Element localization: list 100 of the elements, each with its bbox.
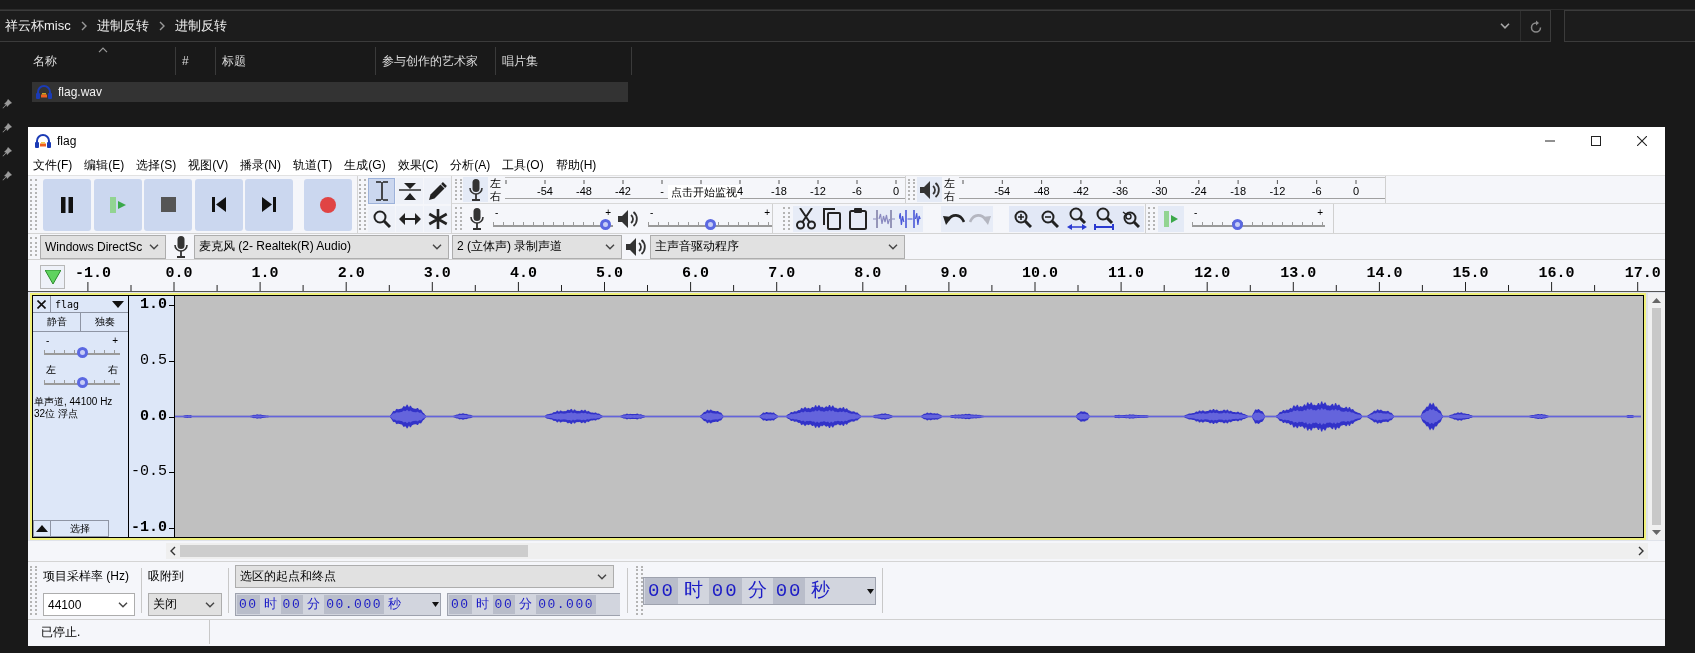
scrollbar-thumb[interactable] [180,545,528,557]
menu-item[interactable]: 视图(V) [183,156,234,174]
slider-thumb[interactable] [1232,218,1244,230]
column-header[interactable]: # [176,47,216,75]
zoom-tool-button[interactable] [368,205,395,232]
menu-item[interactable]: 选择(S) [131,156,182,174]
toolbar-grip[interactable] [908,179,915,200]
menu-item[interactable]: 效果(C) [392,156,444,174]
meter-scale-label: - [660,184,664,198]
collapse-button[interactable] [33,520,51,537]
scroll-up-icon[interactable] [1652,298,1661,303]
vertical-scrollbar[interactable] [1648,293,1665,540]
status-text: 已停止. [28,620,210,644]
solo-button[interactable]: 独奏 [81,313,128,332]
slider-thumb[interactable] [76,377,88,388]
microphone-icon [469,207,484,230]
skip-to-start-button[interactable] [194,178,243,231]
i-beam-icon [375,180,388,201]
time-shift-tool-button[interactable] [396,205,423,232]
track-info-text: 单声道, 44100 Hz [34,396,114,408]
undo-button[interactable] [941,205,967,232]
zoom-in-button[interactable] [1009,205,1036,232]
meter-scale-label: 0 [1352,184,1360,198]
slider-thumb[interactable] [704,218,716,230]
pause-button[interactable] [43,178,91,231]
column-header[interactable]: 参与创作的艺术家 [376,47,496,75]
selection-tool-button[interactable] [368,177,395,204]
zoom-toggle-button[interactable] [1117,205,1144,232]
search-field[interactable] [1564,10,1695,42]
toolbar-grip[interactable] [455,207,462,230]
menu-item[interactable]: 轨道(T) [288,156,338,174]
toolbar-grip[interactable] [359,179,366,230]
microphone-icon [174,235,188,258]
triangle-down-icon [432,602,439,607]
scroll-left-icon[interactable] [170,546,176,556]
horizontal-scrollbar[interactable] [166,543,1648,559]
scroll-right-icon[interactable] [1638,546,1644,556]
recording-channels-dropdown[interactable]: 2 (立体声) 录制声道 [452,234,622,259]
toolbar-grip[interactable] [1148,207,1155,230]
pinned-play-head-button[interactable] [40,265,65,289]
toolbar-grip[interactable] [30,237,37,256]
column-header[interactable]: 标题 [216,47,376,75]
breadcrumb-item[interactable]: 进制反转 [174,17,227,35]
timeline-label: 10.0 [1021,265,1059,283]
project-rate-dropdown[interactable]: 44100 [43,593,135,616]
mute-button[interactable]: 静音 [33,313,81,332]
address-bar[interactable]: 祥云杯misc 进制反转 进制反转 [0,10,1551,42]
draw-tool-button[interactable] [424,177,451,204]
meter-scale-label: -42 [615,184,631,198]
waveform-icon [899,209,921,228]
slider-min-label: 左 [46,364,56,376]
pin-icon [2,99,12,109]
toolbar-grip[interactable] [30,179,37,230]
envelope-tool-button[interactable] [396,177,423,204]
toolbar-grip[interactable] [783,207,790,230]
timeline-ruler[interactable]: -1.0 0.0 1.0 2.0 3.0 4.0 5.0 6.0 7.0 8.0 9.0 10.0 11.0 12.0 13.0 14.0 15.0 16.0 17.0 [28,262,1665,292]
cut-button[interactable] [793,205,819,232]
selection-mode-dropdown[interactable]: 选区的起点和终点 [235,565,614,588]
track-name-menu[interactable]: flag [51,296,128,312]
record-meter-button[interactable] [463,177,488,202]
silence-button[interactable] [897,205,923,232]
file-row[interactable]: flag.wav [32,82,628,102]
recording-device-dropdown[interactable]: 麦克风 (2- Realtek(R) Audio) [194,234,449,259]
selection-start-field[interactable]: 00 时 00 分 00.000 秒 [235,593,441,616]
toolbar-grip[interactable] [30,566,37,615]
multi-tool-button[interactable] [424,205,451,232]
level-meter[interactable]: -54 -48 -42 -36 -30 -24 -18 -12 -6 0 [959,176,1385,203]
snap-to-dropdown[interactable]: 关闭 [148,593,222,616]
audio-position-field[interactable]: 00 时 00 分 00 秒 [643,577,876,605]
column-header[interactable]: 唱片集 [496,47,632,75]
audio-host-dropdown[interactable]: Windows DirectSc [40,234,166,259]
select-button[interactable]: 选择 [51,520,109,537]
skip-to-end-button[interactable] [245,178,294,231]
scrollbar-thumb[interactable] [1652,308,1661,525]
channel-label: 左 [944,176,956,190]
record-button[interactable] [303,178,352,231]
slider-thumb[interactable] [76,347,88,358]
timeline-label: 16.0 [1537,265,1576,283]
timeline-label: 13.0 [1279,265,1318,283]
slider-max-label: 右 [108,364,118,376]
menu-item[interactable]: 分析(A) [445,156,496,174]
stop-button[interactable] [144,178,193,231]
scroll-down-icon[interactable] [1652,530,1661,535]
menu-item[interactable]: 编辑(E) [79,156,130,174]
level-meter[interactable]: -54 -48 -42 - 点击开始监视4 -18 -12 -6 0 [505,176,905,203]
menu-item[interactable]: 帮助(H) [550,156,602,174]
playback-device-dropdown[interactable]: 主声音驱动程序 [650,234,905,259]
breadcrumb-item[interactable]: 进制反转 [96,17,149,35]
timeline-label: 2.0 [336,265,366,283]
selection-end-field[interactable]: 00 时 00 分 00.000 [447,593,620,616]
menu-item[interactable]: 工具(O) [497,156,549,174]
play-at-speed-button[interactable] [1158,205,1184,232]
playback-meter-button[interactable] [917,177,942,202]
slider-min-label: - [46,336,50,346]
menu-item[interactable]: 播录(N) [235,156,286,174]
menu-item[interactable]: 文件(F) [28,156,78,174]
breadcrumb-item[interactable]: 祥云杯misc [5,17,71,35]
column-header[interactable]: 名称 [28,47,176,75]
slider-thumb[interactable] [599,218,611,230]
menu-item[interactable]: 生成(G) [339,156,391,174]
